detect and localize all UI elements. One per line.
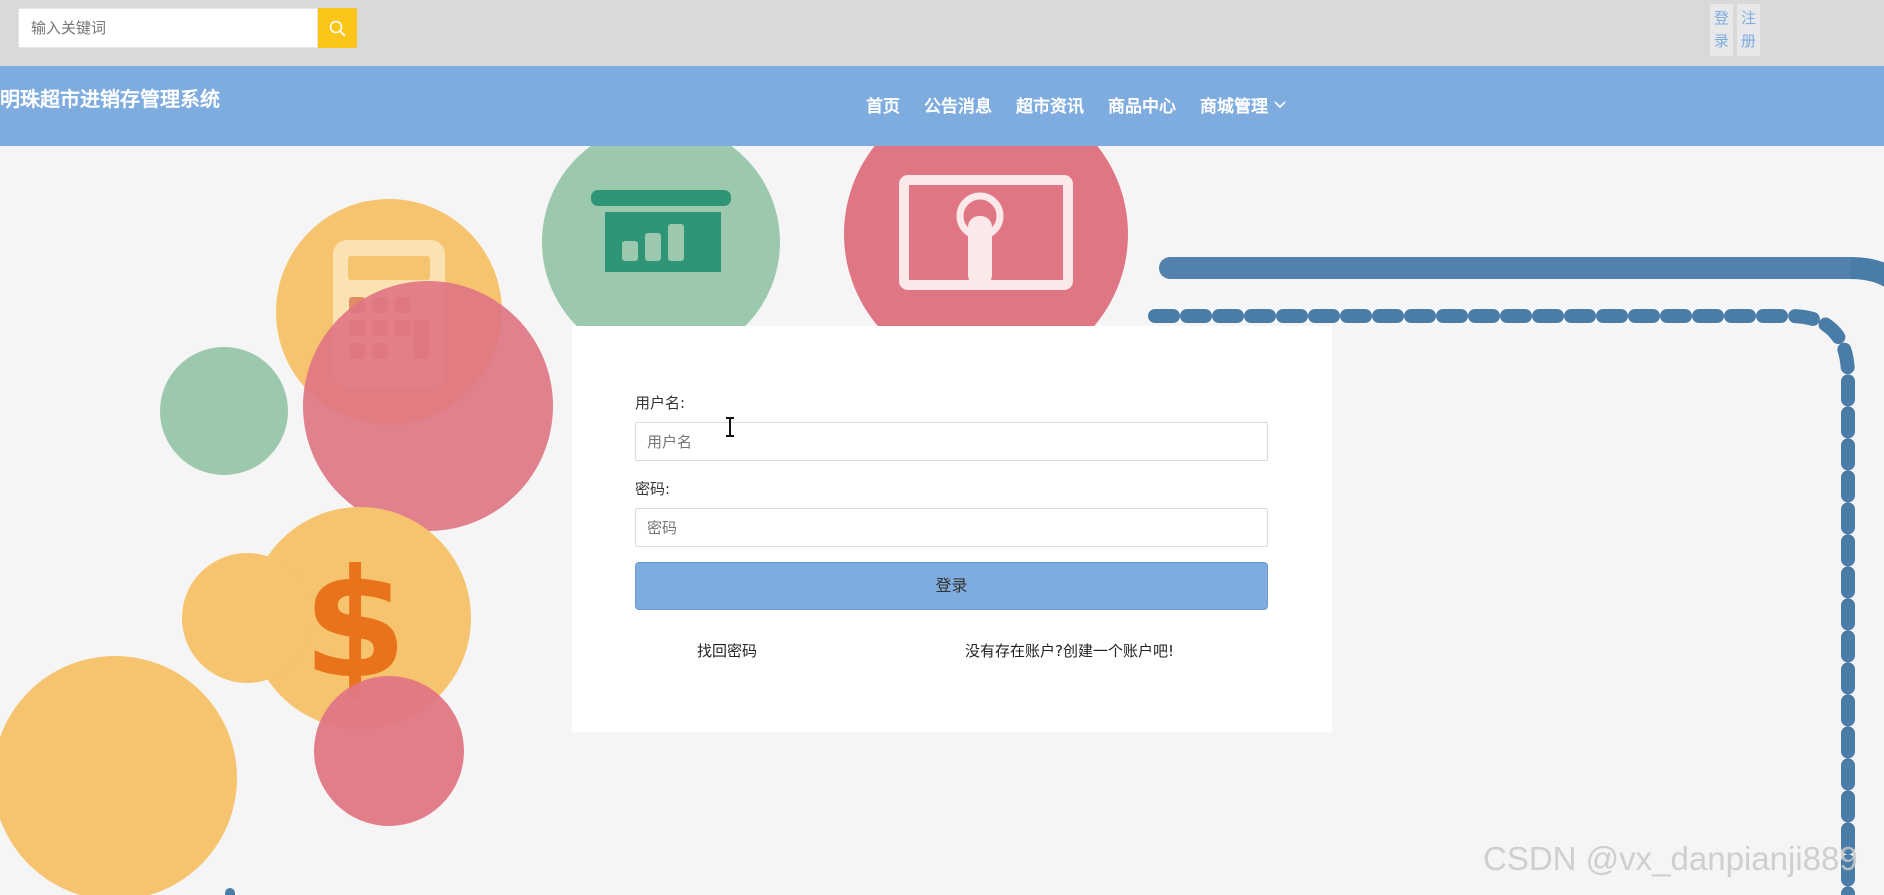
search-input[interactable] (18, 8, 318, 48)
nav-item-label: 商城管理 (1200, 97, 1268, 117)
nav-item-label: 超市资讯 (1016, 97, 1084, 117)
password-label: 密码: (635, 480, 671, 498)
nav-item-label: 公告消息 (924, 97, 992, 117)
watermark: CSDN @vx_danpianji889 (1483, 840, 1858, 877)
nav-item-label: 首页 (866, 97, 900, 117)
search-icon (329, 20, 346, 36)
site-title: 明珠超市进销存管理系统 (0, 87, 220, 111)
register-prompt-link[interactable]: 没有存在账户?创建一个账户吧! (965, 640, 1174, 661)
nav-item-announcements[interactable]: 公告消息 (924, 92, 992, 117)
main-nav: 首页 公告消息 超市资讯 商品中心 商城管理 (866, 92, 1286, 117)
top-bar: 登录 注册 (0, 0, 1884, 66)
login-form: 用户名: 密码: 登录 找回密码 没有存在账户?创建一个账户吧! (572, 326, 1332, 732)
text-cursor-icon (726, 417, 734, 437)
nav-item-news[interactable]: 超市资讯 (1016, 92, 1084, 117)
login-button[interactable]: 登录 (635, 562, 1268, 610)
nav-item-products[interactable]: 商品中心 (1108, 92, 1176, 117)
login-link[interactable]: 登录 (1710, 4, 1733, 56)
nav-bar: 明珠超市进销存管理系统 首页 公告消息 超市资讯 商品中心 商城管理 (0, 66, 1884, 146)
password-input[interactable] (635, 508, 1268, 547)
forgot-password-link[interactable]: 找回密码 (697, 640, 757, 661)
auth-links: 登录 注册 (1710, 4, 1760, 56)
nav-item-mall-management[interactable]: 商城管理 (1200, 92, 1286, 117)
register-link[interactable]: 注册 (1737, 4, 1760, 56)
search-button[interactable] (318, 8, 357, 48)
nav-item-label: 商品中心 (1108, 97, 1176, 117)
username-label: 用户名: (635, 394, 686, 412)
chevron-down-icon (1274, 100, 1286, 108)
nav-item-home[interactable]: 首页 (866, 92, 900, 117)
